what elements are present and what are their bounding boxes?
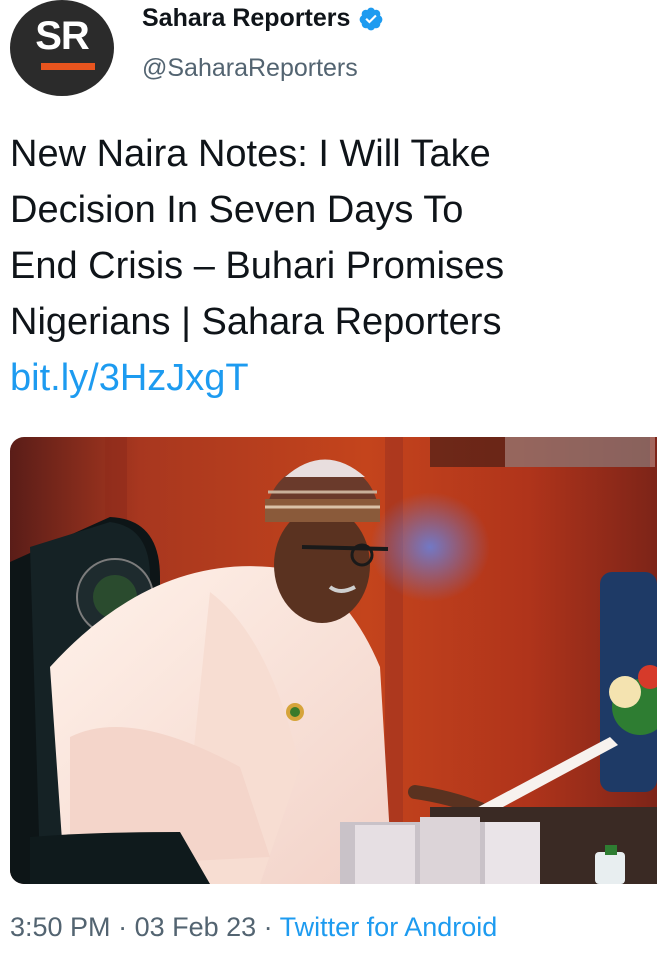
avatar-logo-bar [41, 63, 95, 70]
tweet-text-line: New Naira Notes: I Will Take [10, 133, 491, 175]
tweet-text-line: Decision In Seven Days To [10, 189, 464, 231]
tweet-text-line: End Crisis – Buhari Promises [10, 245, 505, 287]
photo-man-at-desk [10, 437, 657, 884]
handle[interactable]: @SaharaReporters [142, 54, 358, 83]
avatar[interactable]: SR [10, 0, 114, 96]
display-name[interactable]: Sahara Reporters [142, 4, 350, 33]
tweet-text: New Naira Notes: I Will Take Decision In… [10, 126, 650, 406]
name-row: Sahara Reporters [142, 4, 384, 33]
tweet-link[interactable]: bit.ly/3HzJxgT [10, 350, 249, 406]
tweet-time[interactable]: 3:50 PM [10, 912, 111, 942]
meta-separator: · [110, 912, 135, 942]
tweet-meta: 3:50 PM · 03 Feb 23 · Twitter for Androi… [10, 912, 497, 943]
verified-badge-icon [360, 7, 383, 30]
tweet-date[interactable]: 03 Feb 23 [135, 912, 257, 942]
tweet-photo[interactable] [10, 437, 657, 884]
meta-separator: · [256, 912, 280, 942]
tweet-text-line: Nigerians | Sahara Reporters [10, 301, 502, 343]
avatar-initials: SR [35, 14, 90, 58]
tweet-source-link[interactable]: Twitter for Android [280, 912, 498, 942]
tweet-header: SR Sahara Reporters @SaharaReporters [0, 0, 657, 110]
